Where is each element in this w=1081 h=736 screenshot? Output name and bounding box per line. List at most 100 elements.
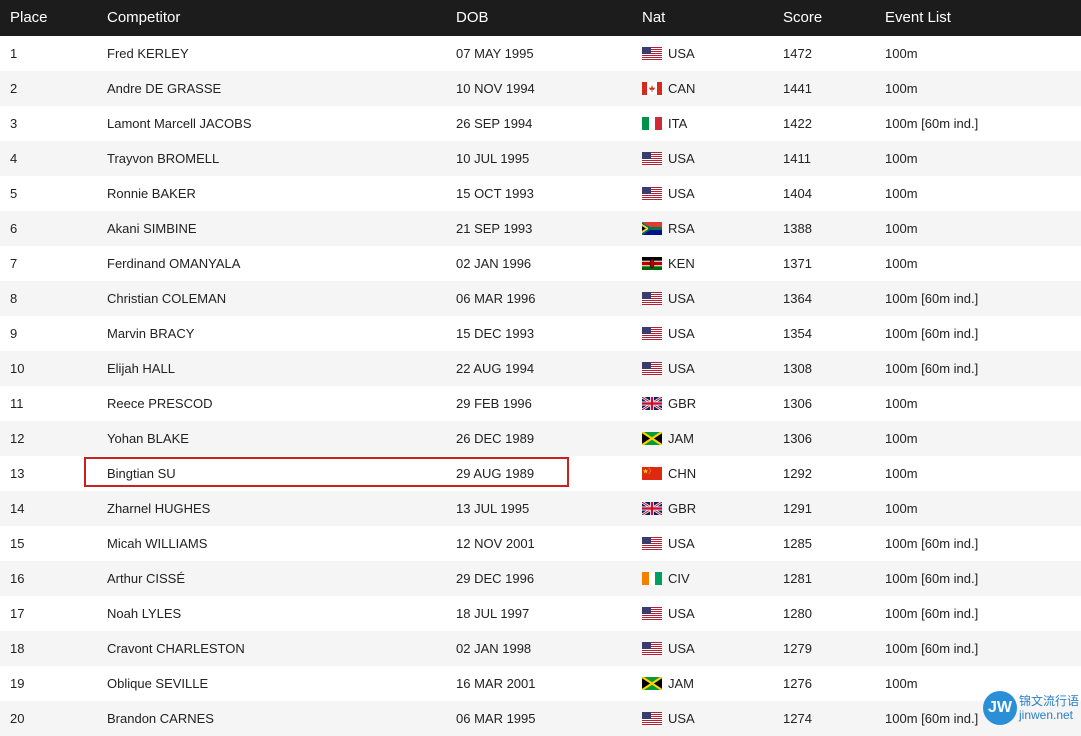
nat-cell: CHN xyxy=(642,456,696,491)
header-dob[interactable]: DOB xyxy=(456,0,489,36)
competitor-link[interactable]: Andre DE GRASSE xyxy=(107,71,221,106)
competitor-link[interactable]: Elijah HALL xyxy=(107,351,175,386)
dob-cell: 22 AUG 1994 xyxy=(456,361,535,376)
header-score[interactable]: Score xyxy=(783,0,822,36)
dob-cell: 06 MAR 1995 xyxy=(456,711,536,726)
place-cell: 4 xyxy=(10,151,18,166)
event-list-cell: 100m xyxy=(885,466,918,481)
event-list-cell: 100m [60m ind.] xyxy=(885,291,979,306)
table-row[interactable]: 17 Noah LYLES 18 JUL 1997 USA 1280 100m [60m … xyxy=(0,596,1081,631)
nat-cell: GBR xyxy=(642,386,696,421)
competitor-link[interactable]: Noah LYLES xyxy=(107,596,181,631)
place-cell: 15 xyxy=(10,536,25,551)
dob-cell: 06 MAR 1996 xyxy=(456,291,536,306)
place-cell: 5 xyxy=(10,186,18,201)
competitor-link[interactable]: Cravont CHARLESTON xyxy=(107,631,245,666)
nat-cell: USA xyxy=(642,316,695,351)
nat-cell: USA xyxy=(642,526,695,561)
table-row[interactable]: 7 Ferdinand OMANYALA 02 JAN 1996 KEN 1371 100… xyxy=(0,246,1081,281)
table-row[interactable]: 3 Lamont Marcell JACOBS 26 SEP 1994 ITA 1422… xyxy=(0,106,1081,141)
place-cell: 8 xyxy=(10,291,18,306)
score-cell: 1285 xyxy=(783,536,812,551)
competitor-link[interactable]: Brandon CARNES xyxy=(107,701,214,736)
event-list-cell: 100m [60m ind.] xyxy=(885,361,979,376)
watermark-logo: JW xyxy=(982,691,1017,725)
score-cell: 1276 xyxy=(783,676,812,691)
score-cell: 1422 xyxy=(783,116,812,131)
table-row[interactable]: 16 Arthur CISSÉ 29 DEC 1996 CIV 1281 100m [60… xyxy=(0,561,1081,596)
usa-flag-icon xyxy=(642,292,662,306)
header-nat[interactable]: Nat xyxy=(642,0,665,36)
table-row[interactable]: 19 Oblique SEVILLE 16 MAR 2001 JAM 1276 100m xyxy=(0,666,1081,701)
competitor-link[interactable]: Zharnel HUGHES xyxy=(107,491,210,526)
nat-cell: USA xyxy=(642,36,695,71)
table-row[interactable]: 2 Andre DE GRASSE 10 NOV 1994 CAN 1441 100m xyxy=(0,71,1081,106)
competitor-link[interactable]: Oblique SEVILLE xyxy=(107,666,208,701)
table-row[interactable]: 11 Reece PRESCOD 29 FEB 1996 GBR 1306 100m xyxy=(0,386,1081,421)
table-row[interactable]: 4 Trayvon BROMELL 10 JUL 1995 USA 1411 100m xyxy=(0,141,1081,176)
table-body: 1 Fred KERLEY 07 MAY 1995 USA 1472 100m 2 Andre… xyxy=(0,36,1081,736)
header-event-list[interactable]: Event List xyxy=(885,0,951,36)
competitor-link[interactable]: Trayvon BROMELL xyxy=(107,141,219,176)
event-list-cell: 100m xyxy=(885,396,918,411)
table-row[interactable]: 12 Yohan BLAKE 26 DEC 1989 JAM 1306 100m xyxy=(0,421,1081,456)
table-row[interactable]: 1 Fred KERLEY 07 MAY 1995 USA 1472 100m xyxy=(0,36,1081,71)
score-cell: 1306 xyxy=(783,431,812,446)
dob-cell: 18 JUL 1997 xyxy=(456,606,530,621)
competitor-link[interactable]: Lamont Marcell JACOBS xyxy=(107,106,252,141)
nat-code: USA xyxy=(668,361,695,376)
table-row[interactable]: 5 Ronnie BAKER 15 OCT 1993 USA 1404 100m xyxy=(0,176,1081,211)
table-row[interactable]: 6 Akani SIMBINE 21 SEP 1993 RSA 1388 100m xyxy=(0,211,1081,246)
table-row[interactable]: 8 Christian COLEMAN 06 MAR 1996 USA 1364 100m… xyxy=(0,281,1081,316)
competitor-link[interactable]: Reece PRESCOD xyxy=(107,386,212,421)
table-row[interactable]: 9 Marvin BRACY 15 DEC 1993 USA 1354 100m [60m… xyxy=(0,316,1081,351)
watermark-line2: jinwen.net xyxy=(1018,708,1074,722)
competitor-link[interactable]: Bingtian SU xyxy=(107,456,176,491)
place-cell: 20 xyxy=(10,711,25,726)
table-row[interactable]: 10 Elijah HALL 22 AUG 1994 USA 1308 100m [60m… xyxy=(0,351,1081,386)
event-list-cell: 100m [60m ind.] xyxy=(885,326,979,341)
place-cell: 9 xyxy=(10,326,18,341)
nat-cell: USA xyxy=(642,631,695,666)
table-row[interactable]: 15 Micah WILLIAMS 12 NOV 2001 USA 1285 100m [… xyxy=(0,526,1081,561)
table-row[interactable]: 14 Zharnel HUGHES 13 JUL 1995 GBR 1291 100m xyxy=(0,491,1081,526)
competitor-link[interactable]: Micah WILLIAMS xyxy=(107,526,207,561)
table-row[interactable]: 18 Cravont CHARLESTON 02 JAN 1998 USA 1279 10… xyxy=(0,631,1081,666)
header-place[interactable]: Place xyxy=(10,0,48,36)
usa-flag-icon xyxy=(642,47,662,61)
place-cell: 16 xyxy=(10,571,25,586)
event-list-cell: 100m xyxy=(885,46,918,61)
uk-flag-icon xyxy=(642,502,662,516)
nat-code: USA xyxy=(668,536,695,551)
competitor-link[interactable]: Christian COLEMAN xyxy=(107,281,226,316)
competitor-link[interactable]: Marvin BRACY xyxy=(107,316,194,351)
nat-cell: CAN xyxy=(642,71,695,106)
header-competitor[interactable]: Competitor xyxy=(107,0,180,36)
competitor-link[interactable]: Ronnie BAKER xyxy=(107,176,196,211)
competitor-link[interactable]: Yohan BLAKE xyxy=(107,421,189,456)
ivory-coast-flag-icon xyxy=(642,572,662,586)
usa-flag-icon xyxy=(642,537,662,551)
dob-cell: 21 SEP 1993 xyxy=(456,221,533,236)
jamaica-flag-icon xyxy=(642,677,662,691)
competitor-link[interactable]: Arthur CISSÉ xyxy=(107,561,185,596)
event-list-cell: 100m [60m ind.] xyxy=(885,606,979,621)
dob-cell: 15 DEC 1993 xyxy=(456,326,535,341)
nat-code: USA xyxy=(668,46,695,61)
competitor-link[interactable]: Ferdinand OMANYALA xyxy=(107,246,240,281)
competitor-link[interactable]: Fred KERLEY xyxy=(107,36,189,71)
event-list-cell: 100m xyxy=(885,186,918,201)
dob-cell: 07 MAY 1995 xyxy=(456,46,534,61)
nat-cell: USA xyxy=(642,701,695,736)
score-cell: 1404 xyxy=(783,186,812,201)
nat-code: JAM xyxy=(668,676,694,691)
nat-cell: USA xyxy=(642,281,695,316)
usa-flag-icon xyxy=(642,327,662,341)
dob-cell: 02 JAN 1996 xyxy=(456,256,532,271)
competitor-link[interactable]: Akani SIMBINE xyxy=(107,211,197,246)
event-list-cell: 100m xyxy=(885,221,918,236)
place-cell: 7 xyxy=(10,256,18,271)
nat-cell: JAM xyxy=(642,421,694,456)
table-row[interactable]: 13 Bingtian SU 29 AUG 1989 CHN 1292 100m xyxy=(0,456,1081,491)
table-row[interactable]: 20 Brandon CARNES 06 MAR 1995 USA 1274 100m [… xyxy=(0,701,1081,736)
